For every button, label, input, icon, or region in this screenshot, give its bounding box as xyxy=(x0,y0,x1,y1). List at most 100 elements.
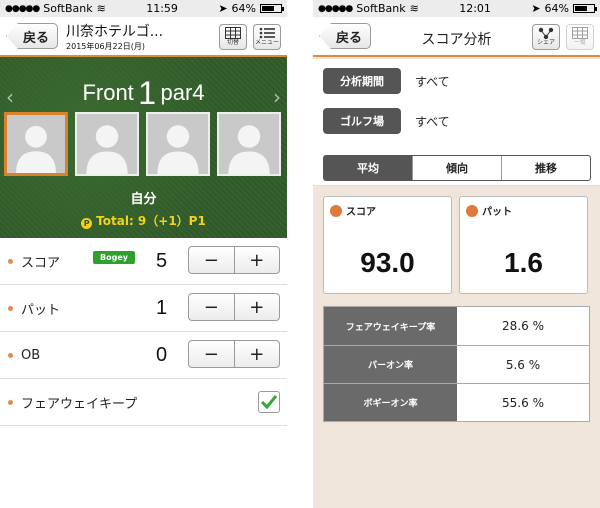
person-icon xyxy=(228,125,270,174)
ob-label: OB xyxy=(21,347,41,363)
battery-icon xyxy=(259,4,284,13)
score-value: 5 xyxy=(156,249,168,272)
fairway-rate-label: フェアウェイキープ率 xyxy=(324,307,457,345)
par-value: 4 xyxy=(192,80,205,105)
ob-stepper: − + xyxy=(188,340,280,368)
ob-value: 0 xyxy=(156,343,168,366)
person-icon xyxy=(157,125,199,174)
person-icon xyxy=(86,125,128,174)
avatar-player-1[interactable] xyxy=(4,112,68,176)
battery-percent: 64% xyxy=(231,2,256,15)
status-bar: ●●●●● SoftBank ≋ 12:01 ➤ 64% xyxy=(313,0,600,17)
hole-info: Front 1 par4 xyxy=(0,75,287,112)
fairway-checkbox[interactable] xyxy=(258,391,280,413)
putt-row: パット 1 − + xyxy=(0,285,287,332)
share-button[interactable]: シェア xyxy=(532,24,560,50)
score-analysis-screen: ●●●●● SoftBank ≋ 12:01 ➤ 64% 戻る スコア分析 シェア 一… xyxy=(313,0,600,508)
score-label: スコア xyxy=(21,255,61,271)
location-icon: ➤ xyxy=(218,2,228,15)
hole-side: Front xyxy=(82,80,134,105)
bullet-icon xyxy=(8,305,13,311)
status-bar: ●●●●● SoftBank ≋ 11:59 ➤ 64% xyxy=(0,0,287,17)
menu-button[interactable]: メニュー xyxy=(253,24,281,50)
score-stepper: − + xyxy=(188,246,280,274)
course-name: 川奈ホテルゴ... xyxy=(66,23,164,40)
analysis-panel: スコア 93.0 パット 1.6 フェアウェイキープ率 28.6 % パーオン率… xyxy=(313,185,600,508)
bullet-icon xyxy=(8,352,13,358)
bullet-icon xyxy=(8,399,13,405)
status-time: 11:59 xyxy=(146,2,178,15)
grid-icon xyxy=(225,27,241,39)
back-button-label: 戻る xyxy=(23,30,50,46)
analysis-tabs: 平均 傾向 推移 xyxy=(323,155,591,181)
par-label: par xyxy=(160,80,193,105)
period-button[interactable]: 分析期間 xyxy=(323,68,401,94)
toggle-view-label: 切替 xyxy=(226,39,239,46)
par-on-rate-value: 5.6 % xyxy=(505,357,541,372)
score-result-badge: Bogey xyxy=(93,251,135,264)
divider xyxy=(287,0,313,508)
grid-icon xyxy=(572,27,588,39)
putt-icon xyxy=(466,204,478,217)
table-row: パーオン率 5.6 % xyxy=(324,345,589,383)
toggle-view-button[interactable]: 切替 xyxy=(219,24,247,50)
checkmark-icon xyxy=(261,395,277,409)
menu-label: メニュー xyxy=(254,39,279,46)
share-icon xyxy=(538,27,554,39)
hole-score-screen: ●●●●● SoftBank ≋ 11:59 ➤ 64% 戻る 川奈ホテルゴ... 2… xyxy=(0,0,287,508)
hole-number: 1 xyxy=(138,75,157,111)
wifi-icon: ≋ xyxy=(409,2,419,15)
list-label: 一覧 xyxy=(573,39,586,46)
putt-label: パット xyxy=(21,302,61,318)
putt-stepper: − + xyxy=(188,293,280,321)
signal-icon: ●●●●● xyxy=(5,3,40,14)
total-text: Total: 9（+1）P1 xyxy=(96,214,206,228)
score-plus-button[interactable]: + xyxy=(235,247,280,273)
score-card-label: スコア xyxy=(346,207,376,218)
location-icon: ➤ xyxy=(531,2,541,15)
wifi-icon: ≋ xyxy=(96,2,106,15)
tab-average[interactable]: 平均 xyxy=(324,156,412,180)
avatar-player-4[interactable] xyxy=(217,112,281,176)
score-row: スコア Bogey 5 − + xyxy=(0,238,287,285)
putt-plus-button[interactable]: + xyxy=(235,294,280,320)
menu-icon xyxy=(259,27,275,39)
fairway-row: フェアウェイキープ xyxy=(0,379,287,426)
list-button[interactable]: 一覧 xyxy=(566,24,594,50)
nav-bar: 戻る スコア分析 シェア 一覧 xyxy=(313,17,600,57)
battery-percent: 64% xyxy=(544,2,569,15)
battery-icon xyxy=(572,4,597,13)
putt-minus-button[interactable]: − xyxy=(189,294,235,320)
avatar-player-2[interactable] xyxy=(75,112,139,176)
back-button[interactable]: 戻る xyxy=(6,23,59,49)
ob-plus-button[interactable]: + xyxy=(235,341,280,367)
total-score: P Total: 9（+1）P1 xyxy=(0,212,287,229)
carrier: SoftBank xyxy=(356,2,406,15)
period-filter: 分析期間 すべて xyxy=(323,68,450,94)
period-value: すべて xyxy=(415,74,450,89)
putt-card-value: 1.6 xyxy=(504,247,543,278)
hole-header: ‹ › Front 1 par4 自分 P Total: 9（+1）P1 xyxy=(0,57,287,238)
avatar-player-3[interactable] xyxy=(146,112,210,176)
fairway-label: フェアウェイキープ xyxy=(21,396,138,412)
score-minus-button[interactable]: − xyxy=(189,247,235,273)
course-title: 川奈ホテルゴ... 2015年06月22日(月) xyxy=(66,21,163,52)
stats-table: フェアウェイキープ率 28.6 % パーオン率 5.6 % ボギーオン率 55.… xyxy=(323,306,590,422)
tab-history[interactable]: 推移 xyxy=(501,156,590,180)
table-row: ボギーオン率 55.6 % xyxy=(324,383,589,421)
tab-trend[interactable]: 傾向 xyxy=(412,156,501,180)
putt-card-label: パット xyxy=(482,207,512,218)
fairway-rate-value: 28.6 % xyxy=(502,319,544,333)
bogey-on-rate-label: ボギーオン率 xyxy=(324,384,457,421)
player-list xyxy=(4,112,281,176)
share-label: シェア xyxy=(536,39,555,46)
bogey-on-rate-value: 55.6 % xyxy=(502,395,544,410)
par-on-rate-label: パーオン率 xyxy=(324,346,457,383)
course-filter: ゴルフ場 すべて xyxy=(323,108,450,134)
ob-minus-button[interactable]: − xyxy=(189,341,235,367)
score-card-value: 93.0 xyxy=(360,247,415,278)
course-button[interactable]: ゴルフ場 xyxy=(323,108,401,134)
status-time: 12:01 xyxy=(459,2,491,15)
carrier: SoftBank xyxy=(43,2,93,15)
round-date: 2015年06月22日(月) xyxy=(66,41,145,51)
